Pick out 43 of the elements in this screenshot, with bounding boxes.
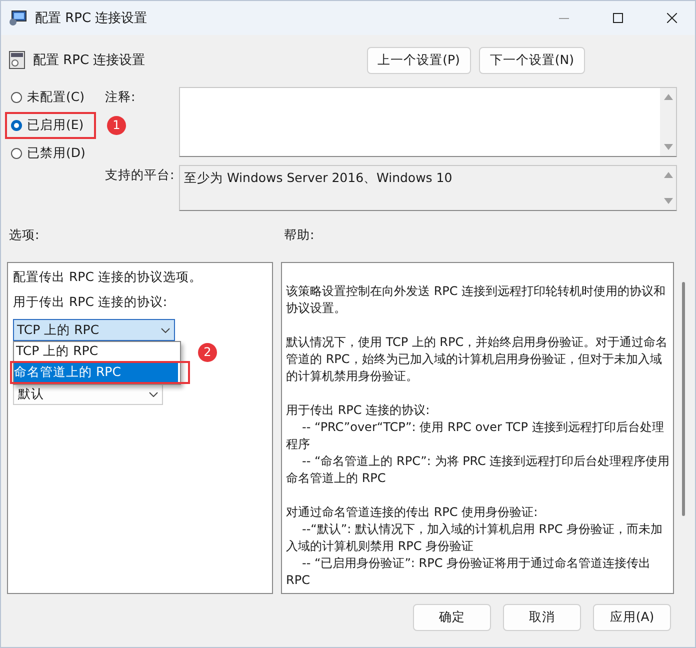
nav-button[interactable]: 上一个设置(P) [366, 46, 471, 74]
window-title: 配置 RPC 连接设置 [35, 10, 148, 27]
help-item: -- “已启用身份验证”: RPC 身份验证将用于通过命名管道连接传出 RPC [286, 555, 652, 589]
maximize-icon [613, 13, 623, 23]
scroll-down-arrow-icon[interactable] [664, 144, 672, 150]
scroll-up-arrow-icon[interactable] [664, 172, 672, 178]
dialog-button[interactable]: 应用(A) [593, 604, 671, 631]
scroll-up-arrow-icon[interactable] [664, 94, 672, 100]
scroll-thumb[interactable] [682, 282, 685, 516]
radio-option[interactable]: 已禁用(D) [9, 143, 105, 164]
chevron-down-icon [149, 392, 158, 396]
comment-field[interactable] [179, 87, 677, 157]
help-item: -- “命名管道上的 RPC”: 为将 PRC 连接到远程打印后台处理程序使用命名管道上的 RPC [286, 453, 670, 487]
auth-dropdown[interactable]: 默认 [13, 383, 163, 405]
radio-option[interactable]: 未配置(C) [9, 87, 105, 108]
dialog-button[interactable]: 确定 [413, 604, 491, 631]
step-badge: 1 [107, 116, 126, 134]
help-heading: 对通过命名管道连接的传出 RPC 使用身份验证: [286, 504, 539, 521]
chevron-down-icon [161, 328, 170, 332]
protocol-dropdown[interactable]: TCP 上的 RPC [13, 319, 175, 341]
help-heading: 用于传出 RPC 连接的协议: [286, 402, 431, 419]
platform-field: 至少为 Windows Server 2016、Windows 10 [179, 165, 677, 211]
policy-title: 配置 RPC 连接设置 [33, 52, 146, 69]
options-label: 选项: [9, 227, 40, 242]
scroll-down-arrow-icon[interactable] [664, 198, 672, 204]
help-paragraph: 默认情况下，使用 TCP 上的 RPC，并始终启用身份验证。对于通过命名管道的 RPC，始终为已加入域的计算机启用身份验证，但对于未加入域的计算机禁用身份验证。 [286, 334, 669, 385]
help-item: -- “PRC”over“TCP”: 使用 RPC over TCP 连接到远程打印后台处理程序 [286, 419, 665, 453]
protocol-label: 用于传出 RPC 连接的协议: [13, 294, 168, 311]
comment-label: 注释: [105, 88, 136, 106]
settings-document-icon [9, 51, 25, 69]
nav-button[interactable]: 下一个设置(N) [478, 46, 585, 74]
close-icon [667, 13, 677, 23]
dropdown-option[interactable]: TCP 上的 RPC [14, 342, 180, 361]
radio-option[interactable]: 已启用(E) [9, 115, 86, 136]
dropdown-option[interactable]: 命名管道上的 RPC [14, 363, 178, 382]
platform-label: 支持的平台: [105, 166, 176, 184]
help-label: 帮助: [284, 227, 314, 244]
dialog-button[interactable]: 取消 [503, 604, 581, 631]
computer-icon [9, 10, 27, 26]
help-item: --“默认”: 默认情况下，加入域的计算机启用 RPC 身份验证，而未加入域的计算机则禁用 RPC 身份验证 [286, 521, 664, 555]
options-description: 配置传出 RPC 连接的协议选项。 [13, 269, 203, 286]
step-badge: 2 [198, 342, 217, 362]
help-paragraph: 该策略设置控制在向外发送 RPC 连接到远程打印轮转机时使用的协议和协议设置。 [286, 283, 667, 317]
